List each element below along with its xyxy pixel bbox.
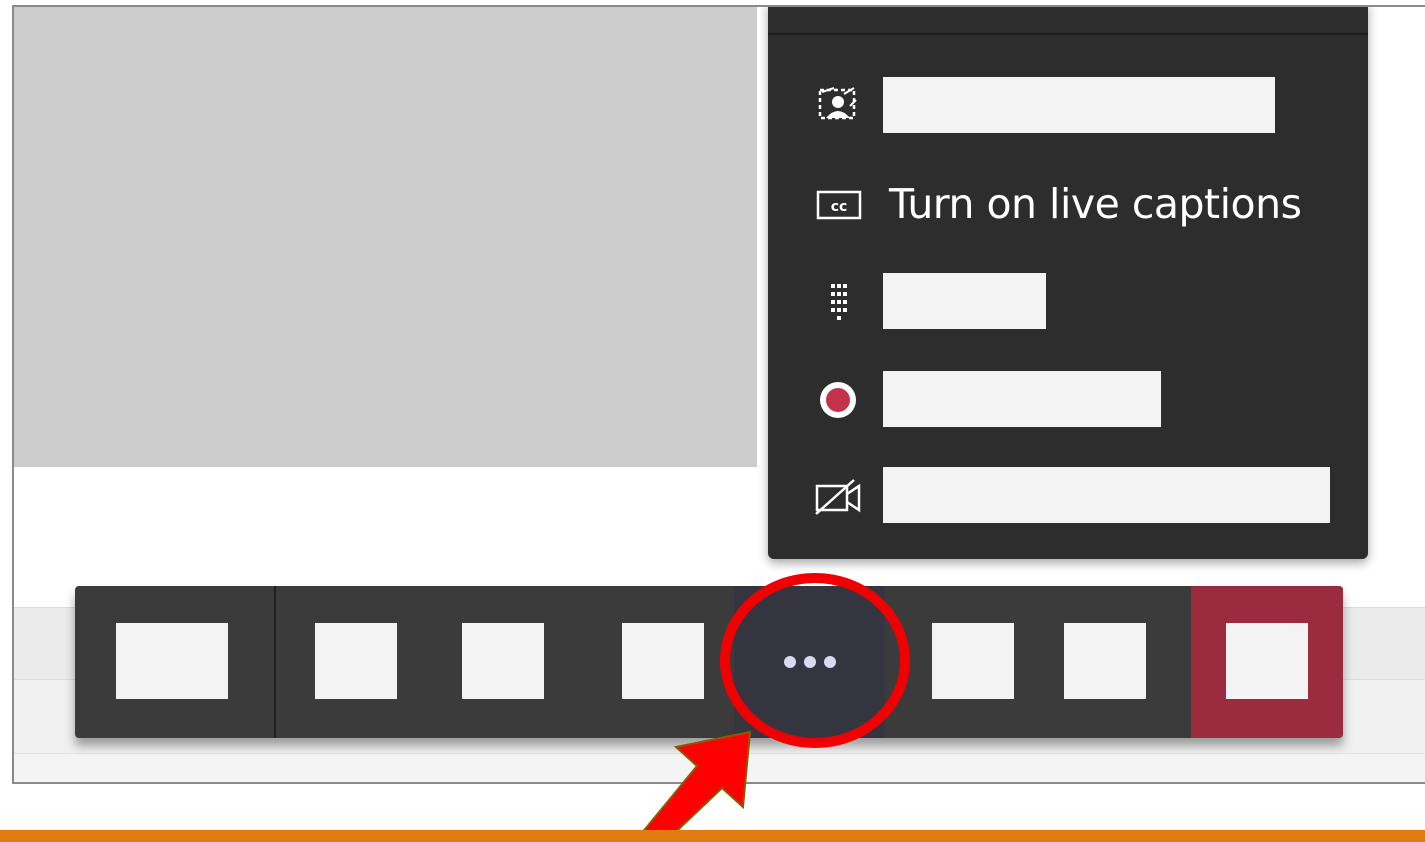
start-recording-label (883, 371, 1161, 427)
more-options-menu: cc Turn on live captions (768, 7, 1368, 559)
closed-captions-icon: cc (814, 184, 864, 224)
hang-up-icon (1226, 623, 1308, 699)
record-icon (814, 380, 864, 420)
background-effects-icon (814, 86, 864, 126)
menu-item-live-captions[interactable]: cc Turn on live captions (768, 166, 1368, 238)
menu-item-start-recording[interactable] (768, 362, 1368, 434)
menu-item-background-effects[interactable] (768, 68, 1368, 140)
dial-pad-icon (814, 282, 864, 322)
participants-button[interactable] (1064, 623, 1146, 699)
svg-text:cc: cc (831, 199, 848, 215)
menu-item-incoming-video[interactable] (768, 458, 1368, 530)
menu-item-dial-pad[interactable] (768, 264, 1368, 336)
chat-button[interactable] (932, 623, 1014, 699)
call-timer-button[interactable] (116, 623, 228, 699)
live-captions-label: Turn on live captions (889, 180, 1302, 228)
camera-toggle-button[interactable] (315, 623, 397, 699)
meeting-toolbar (75, 586, 1343, 738)
video-stage (14, 7, 757, 467)
background-effects-label (883, 77, 1275, 133)
incoming-video-label (883, 467, 1330, 523)
toolbar-divider (274, 586, 276, 738)
hang-up-button[interactable] (1191, 586, 1343, 738)
annotation-arrow-icon (633, 730, 752, 842)
menu-divider (768, 33, 1368, 35)
slide-accent-bar (0, 830, 1425, 842)
share-screen-button[interactable] (622, 623, 704, 699)
mic-toggle-button[interactable] (462, 623, 544, 699)
dial-pad-label (883, 273, 1046, 329)
video-off-icon (814, 476, 864, 516)
